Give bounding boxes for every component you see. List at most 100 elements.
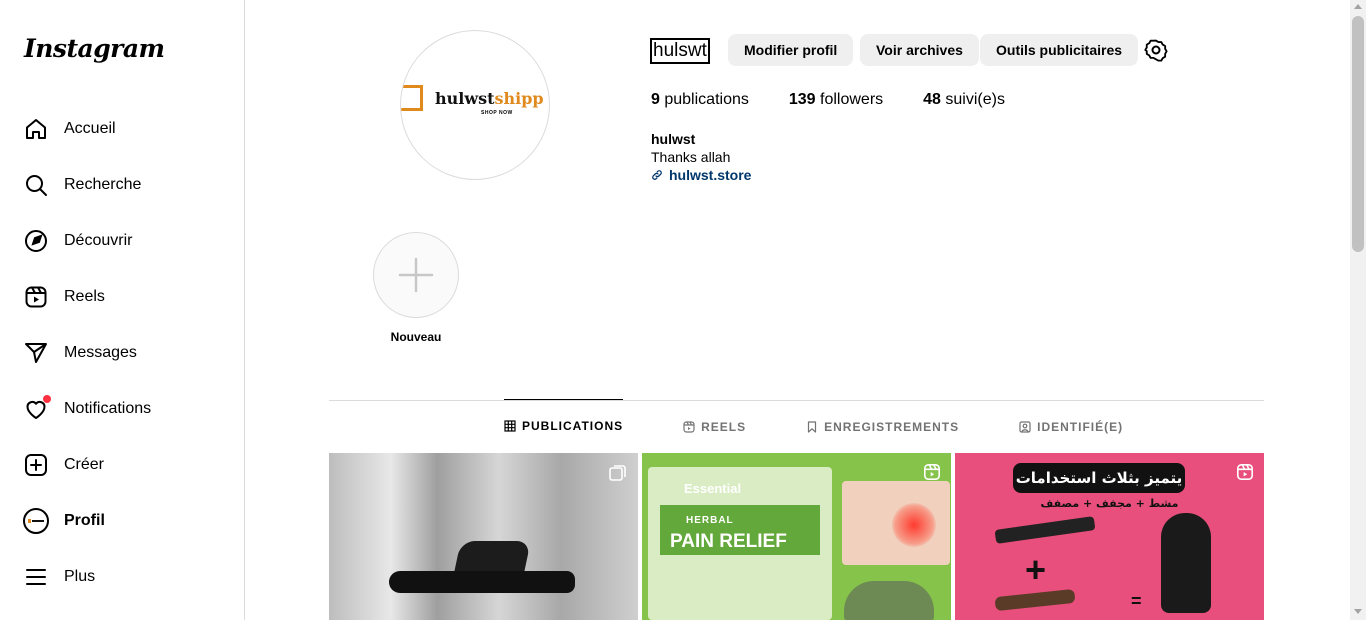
tab-label: IDENTIFIÉ(E) bbox=[1037, 420, 1124, 434]
sidebar-item-label: Messages bbox=[64, 344, 137, 361]
bio-name: hulwst bbox=[651, 131, 696, 147]
sidebar-item-notifications[interactable]: Notifications bbox=[12, 385, 234, 433]
reels-icon bbox=[923, 463, 941, 486]
post-line1-text: HERBAL bbox=[686, 515, 734, 526]
sidebar-item-label: Découvrir bbox=[64, 232, 133, 249]
profile-main: hulwstshipp SHOP NOW hulswt Modifier pro… bbox=[246, 0, 1350, 620]
reels-icon bbox=[683, 421, 695, 433]
heart-icon bbox=[24, 395, 51, 421]
sidebar-item-more[interactable]: Plus bbox=[12, 553, 234, 601]
post-plus-sign: + bbox=[1025, 549, 1047, 590]
sidebar-item-label: Reels bbox=[64, 288, 105, 305]
profile-picture[interactable]: hulwstshipp SHOP NOW bbox=[400, 30, 550, 180]
reels-icon bbox=[24, 285, 48, 309]
post-image-patch bbox=[844, 581, 934, 620]
posts-label: publications bbox=[664, 91, 749, 108]
sidebar-item-search[interactable]: Recherche bbox=[12, 161, 234, 209]
sidebar-item-create[interactable]: Créer bbox=[12, 441, 234, 489]
sidebar-item-reels[interactable]: Reels bbox=[12, 273, 234, 321]
new-highlight[interactable]: Nouveau bbox=[373, 232, 459, 344]
profile-tabs: PUBLICATIONS REELS ENREGISTREMENTS IDENT… bbox=[504, 399, 1183, 453]
profile-stats: 9 publications 139 followers 48 suivi(e)… bbox=[651, 91, 1045, 109]
carousel-icon bbox=[608, 463, 628, 488]
page-scrollbar[interactable] bbox=[1350, 0, 1366, 620]
tab-saved[interactable]: ENREGISTREMENTS bbox=[806, 400, 959, 453]
sidebar: Instagram Accueil Recherche Découvrir Re… bbox=[0, 0, 245, 620]
sidebar-item-profile[interactable]: Profil bbox=[12, 497, 234, 545]
reels-icon bbox=[1236, 463, 1254, 486]
instagram-logo[interactable]: Instagram bbox=[24, 34, 165, 63]
menu-icon bbox=[24, 565, 48, 589]
tag-icon bbox=[1019, 421, 1031, 433]
link-icon bbox=[652, 170, 662, 180]
avatar bbox=[23, 508, 49, 534]
post-image-sole bbox=[389, 571, 575, 593]
sidebar-item-label: Notifications bbox=[64, 400, 152, 417]
tab-label: ENREGISTREMENTS bbox=[824, 420, 960, 434]
grid-icon bbox=[504, 420, 516, 432]
sidebar-item-label: Profil bbox=[64, 512, 105, 529]
post-title-text: يتميز بثلاث استخدامات bbox=[1013, 463, 1185, 493]
scroll-down-arrow-icon[interactable] bbox=[1354, 609, 1362, 614]
post-line2-text: PAIN RELIEF bbox=[670, 531, 787, 552]
stat-posts: 9 publications bbox=[651, 91, 749, 109]
home-icon bbox=[24, 117, 48, 141]
brand-accent: shipp bbox=[494, 89, 544, 108]
ad-tools-button[interactable]: Outils publicitaires bbox=[980, 34, 1139, 66]
tab-publications[interactable]: PUBLICATIONS bbox=[504, 399, 624, 452]
view-archive-button[interactable]: Voir archives bbox=[860, 34, 979, 66]
brand-name: hulwst bbox=[435, 89, 495, 108]
stat-followers[interactable]: 139 followers bbox=[789, 91, 883, 109]
followers-label: followers bbox=[820, 91, 884, 108]
tab-label: PUBLICATIONS bbox=[522, 419, 624, 433]
tab-label: REELS bbox=[701, 420, 747, 434]
sidebar-item-label: Recherche bbox=[64, 176, 142, 193]
post-image-brush bbox=[1161, 513, 1211, 613]
followers-count: 139 bbox=[788, 91, 816, 108]
bio-link-text: hulwst.store bbox=[669, 167, 752, 183]
posts-count: 9 bbox=[651, 91, 660, 108]
post-image-straightener bbox=[994, 516, 1096, 544]
sidebar-item-label: Créer bbox=[64, 456, 105, 473]
plus-square-icon bbox=[24, 453, 48, 477]
post-thumbnail[interactable]: Essential HERBAL PAIN RELIEF bbox=[642, 453, 951, 620]
plus-icon bbox=[398, 257, 434, 293]
tab-tagged[interactable]: IDENTIFIÉ(E) bbox=[1019, 400, 1123, 453]
post-thumbnail[interactable]: يتميز بثلاث استخدامات مشط + مجفف + مصفف … bbox=[955, 453, 1264, 620]
new-highlight-label: Nouveau bbox=[390, 330, 442, 344]
stat-following[interactable]: 48 suivi(e)s bbox=[923, 91, 1005, 109]
bio-link[interactable]: hulwst.store bbox=[651, 166, 751, 184]
post-image-roundbrush bbox=[994, 588, 1076, 612]
profile-picture-logo: hulwstshipp SHOP NOW bbox=[401, 77, 549, 117]
new-highlight-circle bbox=[373, 232, 459, 318]
settings-gear-icon[interactable] bbox=[1144, 38, 1168, 62]
posts-grid: Essential HERBAL PAIN RELIEF يتميز بثلاث… bbox=[329, 453, 1268, 620]
post-image-pain bbox=[892, 503, 936, 547]
post-thumbnail[interactable] bbox=[329, 453, 638, 620]
cart-icon bbox=[401, 85, 423, 111]
following-label: suivi(e)s bbox=[945, 91, 1005, 108]
scroll-up-arrow-icon[interactable] bbox=[1354, 4, 1362, 9]
post-equals-sign: = bbox=[1131, 591, 1142, 611]
sidebar-item-explore[interactable]: Découvrir bbox=[12, 217, 234, 265]
notification-dot bbox=[43, 395, 51, 403]
profile-avatar-mini bbox=[23, 508, 49, 534]
profile-username[interactable]: hulswt bbox=[650, 38, 710, 64]
sidebar-item-label: Accueil bbox=[64, 120, 116, 137]
brand-tagline: SHOP NOW bbox=[481, 110, 513, 116]
following-count: 48 bbox=[923, 91, 941, 108]
edit-profile-button[interactable]: Modifier profil bbox=[728, 34, 854, 66]
compass-icon bbox=[24, 229, 48, 253]
post-subtitle-text: مشط + مجفف + مصفف bbox=[1040, 497, 1179, 510]
send-icon bbox=[24, 341, 48, 365]
sidebar-item-home[interactable]: Accueil bbox=[12, 105, 234, 153]
search-icon bbox=[24, 173, 48, 197]
sidebar-item-messages[interactable]: Messages bbox=[12, 329, 234, 377]
scrollbar-thumb[interactable] bbox=[1352, 16, 1364, 252]
bio-text: Thanks allah bbox=[651, 149, 731, 165]
sidebar-item-label: Plus bbox=[64, 568, 96, 585]
bookmark-icon bbox=[808, 421, 817, 433]
tab-reels[interactable]: REELS bbox=[683, 400, 746, 453]
post-brand-text: Essential bbox=[684, 481, 742, 496]
profile-bio: hulwst Thanks allah hulwst.store bbox=[651, 130, 751, 184]
